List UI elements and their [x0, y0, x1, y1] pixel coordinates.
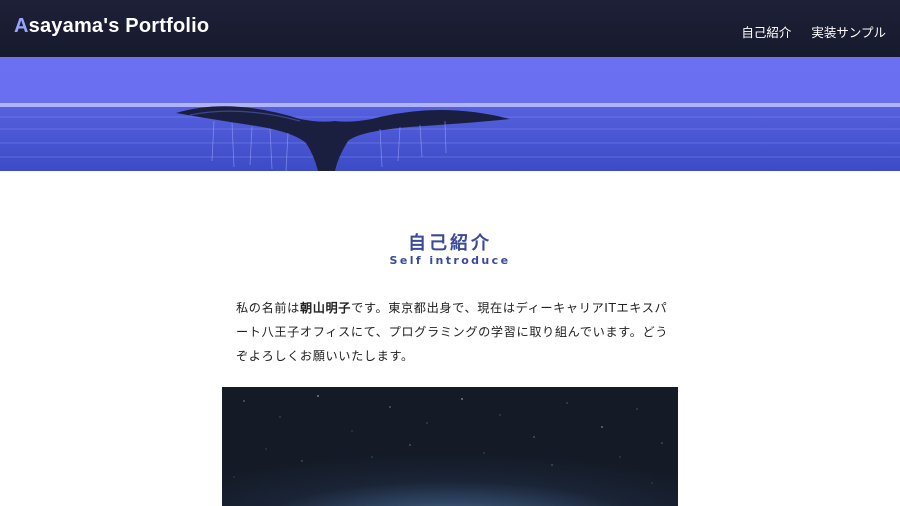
section-subtitle: Self introduce [389, 254, 511, 267]
nav-link-self-introduce[interactable]: 自己紹介 [741, 22, 791, 41]
section-title: 自己紹介 [408, 233, 492, 254]
logo-initial: A [14, 15, 29, 37]
logo-text: sayama's Portfolio [28, 15, 210, 37]
intro-paragraph: 私の名前は朝山明子です。東京都出身で、現在はディーキャリアITエキスパート八王子… [236, 296, 676, 368]
starry-sky-image [222, 387, 678, 506]
star-field [233, 395, 663, 484]
nav-link-samples[interactable]: 実装サンプル [811, 22, 886, 41]
intro-name: 朝山明子 [299, 301, 352, 315]
whale-tail-illustration [0, 57, 900, 171]
site-header: Asayama's Portfolio 自己紹介 実装サンプル [0, 0, 900, 57]
site-logo[interactable]: Asayama's Portfolio [14, 15, 209, 38]
hero-whale-tail-image [0, 57, 900, 171]
main-nav: 自己紹介 実装サンプル [741, 22, 886, 41]
intro-text-before: 私の名前は [236, 301, 300, 315]
